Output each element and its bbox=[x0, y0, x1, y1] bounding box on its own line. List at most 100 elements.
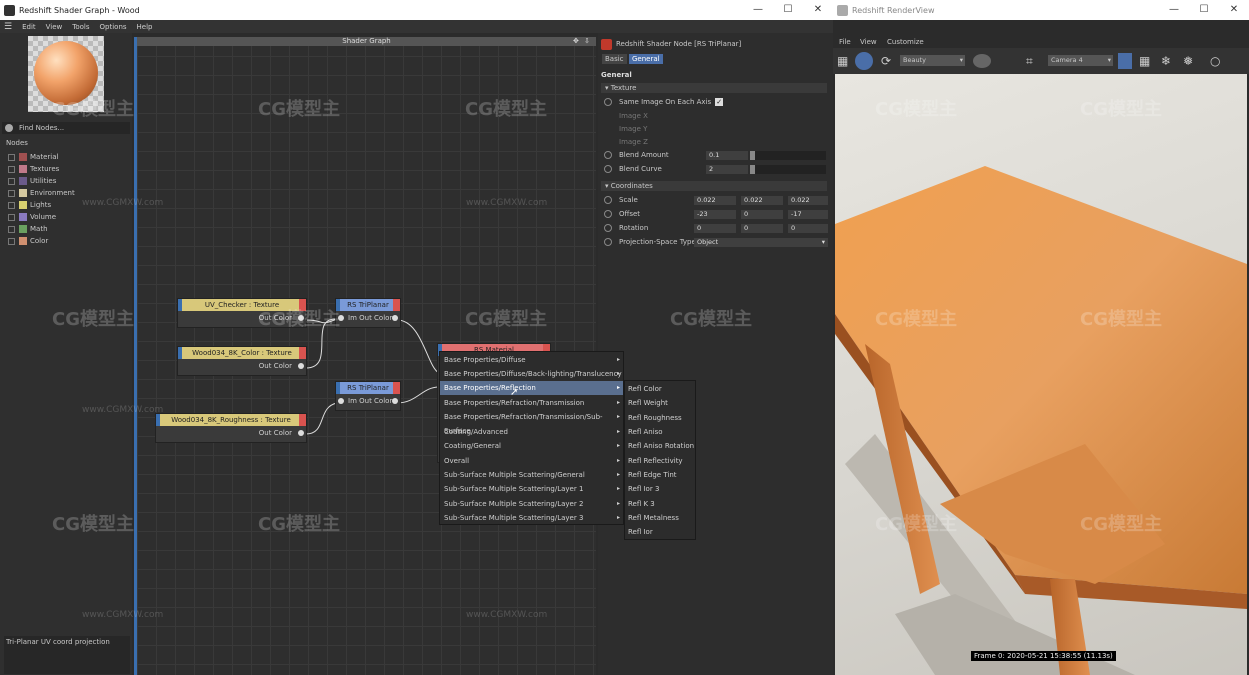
menu-item[interactable]: Base Properties/Diffuse ▸ bbox=[440, 353, 623, 367]
maximize-button[interactable]: ☐ bbox=[773, 0, 803, 20]
expand-icon[interactable] bbox=[8, 237, 15, 245]
lock-icon[interactable] bbox=[1118, 53, 1132, 69]
node-port-out[interactable]: Out Color bbox=[178, 359, 306, 373]
submenu-item[interactable]: Refl Reflectivity bbox=[625, 454, 695, 468]
rotation-z-field[interactable]: 0 bbox=[788, 224, 828, 233]
tree-item-utilities[interactable]: Utilities bbox=[8, 176, 56, 186]
prop-scale[interactable]: Scale bbox=[604, 194, 638, 206]
blend-curve-field[interactable]: 2 bbox=[706, 165, 748, 174]
port-dot[interactable] bbox=[392, 315, 398, 321]
tree-item-volume[interactable]: Volume bbox=[8, 212, 56, 222]
offset-x-field[interactable]: -23 bbox=[694, 210, 736, 219]
prop-same-image[interactable]: Same Image On Each Axis ✓ bbox=[604, 96, 724, 108]
tree-item-environment[interactable]: Environment bbox=[8, 188, 75, 198]
submenu-item[interactable]: Refl K 3 bbox=[625, 497, 695, 511]
scale-y-field[interactable]: 0.022 bbox=[741, 196, 783, 205]
offset-z-field[interactable]: -17 bbox=[788, 210, 828, 219]
node-triplanar-2[interactable]: RS TriPlanar Im Out Color bbox=[335, 381, 401, 411]
expand-icon[interactable] bbox=[8, 201, 15, 209]
port-dot[interactable] bbox=[298, 363, 304, 369]
prop-rotation[interactable]: Rotation bbox=[604, 222, 648, 234]
submenu-item[interactable]: Refl Roughness bbox=[625, 411, 695, 425]
maximize-button[interactable]: ☐ bbox=[1189, 0, 1219, 20]
group-texture[interactable]: ▾ Texture bbox=[601, 83, 827, 93]
snowflake-alt-icon[interactable]: ❅ bbox=[1183, 54, 1197, 68]
minimize-button[interactable]: — bbox=[1159, 0, 1189, 20]
port-dot[interactable] bbox=[338, 398, 344, 404]
menu-customize[interactable]: Customize bbox=[887, 38, 924, 46]
menu-help[interactable]: Help bbox=[137, 23, 153, 31]
scale-x-field[interactable]: 0.022 bbox=[694, 196, 736, 205]
menu-item[interactable]: Sub-Surface Multiple Scattering/Layer 2 ▸ bbox=[440, 497, 623, 511]
blend-curve-slider[interactable] bbox=[750, 165, 826, 174]
tab-basic[interactable]: Basic bbox=[602, 54, 627, 64]
rotation-y-field[interactable]: 0 bbox=[741, 224, 783, 233]
menu-options[interactable]: Options bbox=[100, 23, 127, 31]
menu-item[interactable]: Sub-Surface Multiple Scattering/Layer 3 ▸ bbox=[440, 511, 623, 525]
menu-edit[interactable]: Edit bbox=[22, 23, 36, 31]
expand-icon[interactable] bbox=[8, 213, 15, 221]
close-button[interactable]: ✕ bbox=[803, 0, 833, 20]
submenu-item[interactable]: Refl Aniso Rotation bbox=[625, 439, 695, 453]
prop-offset[interactable]: Offset bbox=[604, 208, 640, 220]
tree-item-lights[interactable]: Lights bbox=[8, 200, 51, 210]
submenu-item[interactable]: Refl Ior bbox=[625, 525, 695, 539]
submenu-item[interactable]: Refl Edge Tint bbox=[625, 468, 695, 482]
expand-icon[interactable] bbox=[8, 153, 15, 161]
tree-item-material[interactable]: Material bbox=[8, 152, 58, 162]
minimize-button[interactable]: — bbox=[743, 0, 773, 20]
render-image[interactable]: Frame 0: 2020-05-21 15:38:55 (11.13s) bbox=[835, 74, 1247, 675]
menu-item[interactable]: Sub-Surface Multiple Scattering/Layer 1 ▸ bbox=[440, 482, 623, 496]
crop-icon[interactable]: ⌗ bbox=[1026, 54, 1040, 68]
render-button[interactable] bbox=[855, 52, 873, 70]
node-port-row[interactable]: Im Out Color bbox=[336, 394, 400, 408]
tree-item-textures[interactable]: Textures bbox=[8, 164, 59, 174]
tab-general[interactable]: General bbox=[629, 54, 663, 64]
find-nodes-field[interactable]: Find Nodes... bbox=[2, 122, 130, 134]
submenu-item[interactable]: Refl Metalness bbox=[625, 511, 695, 525]
prop-blend-amount[interactable]: Blend Amount bbox=[604, 149, 669, 161]
expand-icon[interactable] bbox=[8, 165, 15, 173]
node-port-row[interactable]: Im Out Color bbox=[336, 311, 400, 325]
offset-y-field[interactable]: 0 bbox=[741, 210, 783, 219]
expand-icon[interactable] bbox=[8, 225, 15, 233]
blend-amount-slider[interactable] bbox=[750, 151, 826, 160]
port-dot[interactable] bbox=[392, 398, 398, 404]
prop-projection-space[interactable]: Projection-Space Type bbox=[604, 236, 696, 248]
menu-item[interactable]: Sub-Surface Multiple Scattering/General ▸ bbox=[440, 468, 623, 482]
tree-item-math[interactable]: Math bbox=[8, 224, 48, 234]
menu-item-highlighted[interactable]: Base Properties/Reflection ▸ bbox=[440, 381, 623, 395]
grid-icon[interactable]: ▦ bbox=[1139, 54, 1153, 68]
checkbox-checked-icon[interactable]: ✓ bbox=[715, 98, 724, 106]
clapper-icon[interactable]: ▦ bbox=[837, 54, 851, 68]
scale-z-field[interactable]: 0.022 bbox=[788, 196, 828, 205]
rotation-x-field[interactable]: 0 bbox=[694, 224, 736, 233]
close-button[interactable]: ✕ bbox=[1219, 0, 1249, 20]
node-triplanar-1[interactable]: RS TriPlanar Im Out Color bbox=[335, 298, 401, 328]
prop-blend-curve[interactable]: Blend Curve bbox=[604, 163, 662, 175]
camera-dropdown[interactable]: Camera 4 ▾ bbox=[1048, 55, 1113, 66]
clear-search-icon[interactable] bbox=[5, 124, 13, 132]
group-coordinates[interactable]: ▾ Coordinates bbox=[601, 181, 827, 191]
tree-item-color[interactable]: Color bbox=[8, 236, 48, 246]
node-wood-roughness[interactable]: Wood034_8K_Roughness : Texture Out Color bbox=[155, 413, 307, 443]
menu-item[interactable]: Base Properties/Refraction/Transmission/… bbox=[440, 410, 623, 435]
submenu-item[interactable]: Refl Aniso bbox=[625, 425, 695, 439]
menu-tools[interactable]: Tools bbox=[72, 23, 89, 31]
aov-dropdown[interactable]: Beauty ▾ bbox=[900, 55, 965, 66]
port-dot[interactable] bbox=[298, 430, 304, 436]
hamburger-icon[interactable]: ☰ bbox=[4, 22, 12, 32]
circle-icon[interactable]: ○ bbox=[1210, 54, 1224, 68]
menu-view[interactable]: View bbox=[860, 38, 877, 46]
node-port-out[interactable]: Out Color bbox=[156, 426, 306, 440]
menu-view[interactable]: View bbox=[46, 23, 63, 31]
expand-icon[interactable] bbox=[8, 189, 15, 197]
submenu-item[interactable]: Refl Ior 3 bbox=[625, 482, 695, 496]
menu-item[interactable]: Coating/General ▸ bbox=[440, 439, 623, 453]
menu-item[interactable]: Base Properties/Diffuse/Back-lighting/Tr… bbox=[440, 367, 623, 381]
menu-item[interactable]: Base Properties/Refraction/Transmission ▸ bbox=[440, 396, 623, 410]
snowflake-icon[interactable]: ❄ bbox=[1161, 54, 1175, 68]
submenu-item[interactable]: Refl Color bbox=[625, 382, 695, 396]
submenu-item[interactable]: Refl Weight bbox=[625, 396, 695, 410]
expand-icon[interactable] bbox=[8, 177, 15, 185]
